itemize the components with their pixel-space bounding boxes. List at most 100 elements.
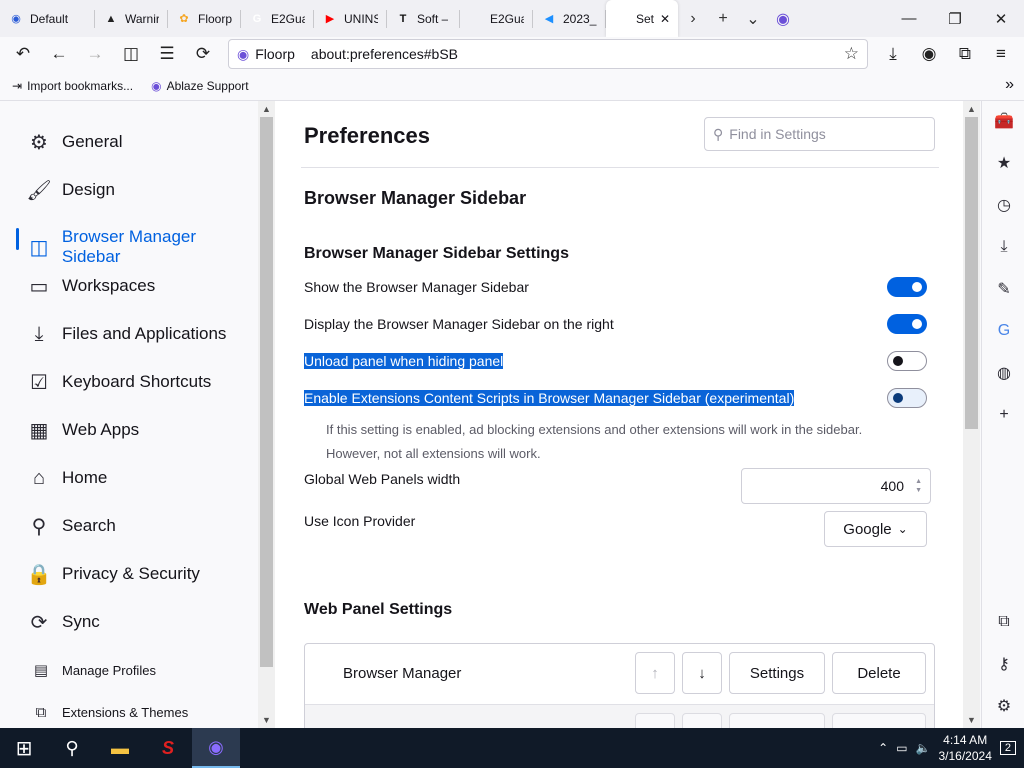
- scroll-down-icon[interactable]: ▼: [963, 712, 980, 728]
- floorp-taskbar-icon[interactable]: ◉: [192, 728, 240, 768]
- move-up-button[interactable]: ↑: [635, 652, 675, 694]
- extensions-icon[interactable]: ⧉: [948, 39, 982, 69]
- scrollbar-thumb[interactable]: [260, 117, 273, 667]
- bookmarks-overflow-icon[interactable]: »: [1005, 76, 1014, 94]
- reload-icon[interactable]: ⟳: [186, 39, 220, 69]
- icon-provider-select[interactable]: Google ⌄: [824, 511, 927, 547]
- bookmarks-star-icon[interactable]: ★: [993, 152, 1015, 174]
- bookmark-star-icon[interactable]: ☆: [844, 44, 859, 64]
- category-general[interactable]: ⚙ General: [28, 131, 122, 154]
- category-keyboard-shortcuts[interactable]: ☑ Keyboard Shortcuts: [28, 371, 211, 394]
- move-down-button[interactable]: ↓: [682, 652, 722, 694]
- display-right-toggle[interactable]: [887, 314, 927, 334]
- number-spinner-icon[interactable]: ▲ ▼: [915, 477, 922, 495]
- panel-settings-button[interactable]: Settings: [729, 652, 825, 694]
- app-s-icon[interactable]: S: [144, 728, 192, 768]
- clock[interactable]: 4:14 AM 3/16/2024: [938, 732, 991, 764]
- category-privacy-security[interactable]: 🔒 Privacy & Security: [27, 563, 200, 586]
- tab-3[interactable]: G E2Guar: [241, 0, 313, 37]
- tree-tabs-icon[interactable]: ☰: [150, 39, 184, 69]
- account-icon[interactable]: ◉: [912, 39, 946, 69]
- forward-icon[interactable]: →: [78, 39, 112, 69]
- downloads-icon[interactable]: ⤓: [993, 236, 1015, 258]
- floorp-icon: ◉: [151, 78, 162, 93]
- minimize-icon[interactable]: —: [886, 0, 932, 37]
- url-text[interactable]: about:preferences#bSB: [311, 46, 458, 62]
- scroll-up-icon[interactable]: ▲: [258, 101, 275, 117]
- category-home[interactable]: ⌂ Home: [28, 467, 107, 489]
- category-web-apps[interactable]: ▦ Web Apps: [28, 419, 140, 442]
- category-sync[interactable]: ⟳ Sync: [28, 611, 100, 634]
- bookmark-ablaze-support[interactable]: ◉ Ablaze Support: [151, 79, 249, 93]
- tab-0[interactable]: ◉ Default: [0, 0, 94, 37]
- menu-icon[interactable]: ≡: [984, 39, 1018, 69]
- unload-panel-toggle[interactable]: [887, 351, 927, 371]
- downloads-icon[interactable]: ⤓: [876, 39, 910, 69]
- preferences-main: Preferences ⚲ Find in Settings Browser M…: [275, 101, 963, 728]
- category-workspaces[interactable]: ▭ Workspaces: [28, 275, 156, 298]
- close-tab-icon[interactable]: ✕: [660, 12, 670, 26]
- category-search[interactable]: ⚲ Search: [28, 515, 116, 538]
- display-right-label: Display the Browser Manager Sidebar on t…: [304, 316, 614, 332]
- sidebar-toggle-icon[interactable]: ◫: [114, 39, 148, 69]
- show-sidebar-toggle[interactable]: [887, 277, 927, 297]
- tab-7[interactable]: ◀ 2023_S: [533, 0, 605, 37]
- key-icon[interactable]: ⚷: [993, 653, 1015, 675]
- toolbox-icon[interactable]: 🧰: [993, 110, 1015, 132]
- globe-icon[interactable]: ◍: [993, 362, 1015, 384]
- tab-favicon-icon: ▶: [325, 13, 335, 25]
- tab-2[interactable]: ✿ Floorp: [168, 0, 240, 37]
- ghost-button[interactable]: [635, 713, 675, 728]
- history-clock-icon[interactable]: ◷: [993, 194, 1015, 216]
- list-all-tabs-icon[interactable]: ⌄: [738, 0, 768, 37]
- web-panels-width-input[interactable]: 400 ▲ ▼: [741, 468, 931, 504]
- category-manage-profiles[interactable]: ▤ Manage Profiles: [32, 659, 156, 681]
- panel-delete-button[interactable]: Delete: [832, 652, 926, 694]
- category-browser-manager-sidebar[interactable]: ◫ Browser Manager Sidebar: [28, 227, 258, 267]
- add-panel-icon[interactable]: +: [993, 404, 1015, 426]
- search-icon[interactable]: ⚲: [48, 728, 96, 768]
- bookmark-import[interactable]: ⇥ Import bookmarks...: [12, 79, 133, 93]
- notes-pen-icon[interactable]: ✎: [993, 278, 1015, 300]
- find-in-settings-input[interactable]: ⚲ Find in Settings: [704, 117, 935, 151]
- tab-4[interactable]: ▶ UNINS: [314, 0, 386, 37]
- addons-puzzle-icon[interactable]: ⧉: [993, 611, 1015, 633]
- volume-muted-icon[interactable]: 🔈: [916, 741, 931, 755]
- url-bar[interactable]: ◉ Floorp about:preferences#bSB ☆: [228, 39, 868, 69]
- ghost-button[interactable]: [832, 713, 926, 728]
- tab-8[interactable]: ⚙ Setti ✕: [606, 0, 678, 37]
- scrollbar-thumb[interactable]: [965, 117, 978, 429]
- tray-chevron-icon[interactable]: ⌃: [878, 741, 888, 755]
- tab-5[interactable]: T Soft –: [387, 0, 459, 37]
- windows-start-icon[interactable]: ⊞: [0, 728, 48, 768]
- page-title: Preferences: [304, 123, 430, 148]
- ghost-button[interactable]: [682, 713, 722, 728]
- scroll-up-icon[interactable]: ▲: [963, 101, 980, 117]
- category-files-and-applications[interactable]: ⤓ Files and Applications: [28, 323, 227, 345]
- sidebar-settings-gear-icon[interactable]: ⚙: [993, 695, 1015, 717]
- category-scrollbar[interactable]: ▲ ▼: [258, 101, 275, 728]
- category-design[interactable]: 🖌 Design: [26, 179, 115, 202]
- undo-close-tab-icon[interactable]: ↶: [6, 39, 40, 69]
- back-icon[interactable]: ←: [42, 39, 76, 69]
- category-label: Files and Applications: [62, 324, 227, 343]
- tab-6[interactable]: E2Guardiar: [460, 0, 532, 37]
- tab-scroll-right-icon[interactable]: ›: [678, 0, 708, 37]
- scroll-down-icon[interactable]: ▼: [258, 712, 275, 728]
- notifications-icon[interactable]: 2: [999, 741, 1016, 755]
- ghost-button[interactable]: [729, 713, 825, 728]
- close-window-icon[interactable]: ✕: [978, 0, 1024, 37]
- content-scripts-toggle[interactable]: [887, 388, 927, 408]
- tab-1[interactable]: ▲ Warnir: [95, 0, 167, 37]
- category-label: Extensions & Themes: [62, 704, 189, 720]
- file-explorer-icon[interactable]: ▬: [96, 728, 144, 768]
- tab-favicon-icon: ✿: [179, 13, 189, 25]
- restore-icon[interactable]: ❐: [932, 0, 978, 37]
- floorp-menu-icon[interactable]: ◉: [768, 0, 798, 37]
- new-tab-button[interactable]: +: [708, 0, 738, 37]
- network-icon[interactable]: ▭: [896, 741, 907, 755]
- main-scrollbar[interactable]: ▲ ▼: [963, 101, 980, 728]
- translate-icon[interactable]: G: [993, 320, 1015, 342]
- category-extensions-themes[interactable]: ⧉ Extensions & Themes: [32, 701, 189, 723]
- home-icon: ⌂: [32, 466, 46, 489]
